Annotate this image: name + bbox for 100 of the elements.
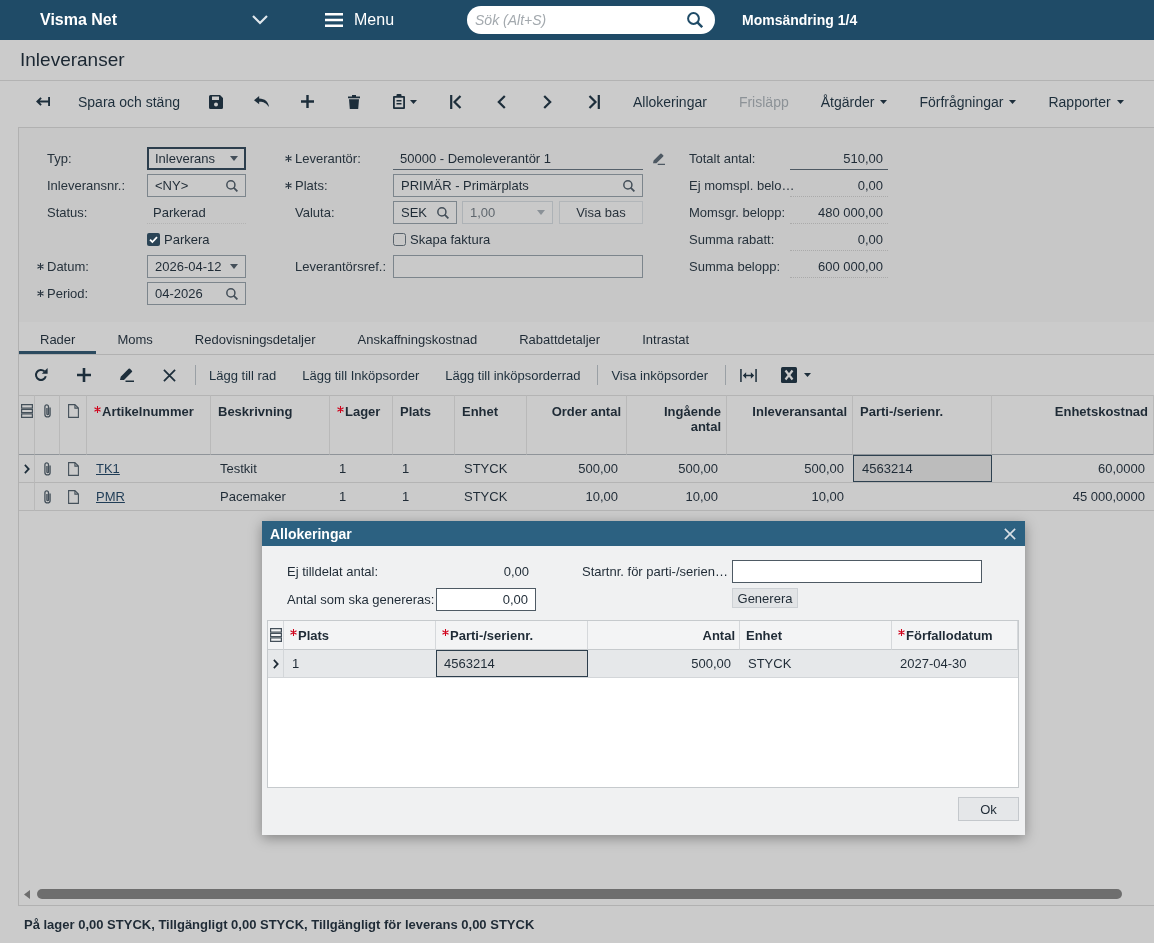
input-field[interactable]	[732, 560, 982, 583]
menu-button[interactable]: Förfrågningar	[903, 87, 1033, 116]
refresh-icon[interactable]	[33, 368, 48, 382]
column-header[interactable]: Inleveransantal	[727, 395, 853, 455]
row-selector[interactable]	[268, 650, 284, 678]
view-base-button[interactable]: Visa bas	[559, 201, 643, 224]
clipboard-icon[interactable]	[392, 94, 405, 109]
ok-button[interactable]: Ok	[958, 797, 1019, 821]
input-field[interactable]	[393, 255, 643, 278]
menu-button[interactable]: Åtgärder	[804, 87, 904, 116]
file-icon[interactable]	[68, 489, 79, 504]
field-label: Inleveransnr.:	[47, 178, 127, 193]
chevron-right-icon[interactable]	[543, 94, 553, 109]
toolbar-button[interactable]: Lägg till rad	[196, 362, 290, 388]
paperclip-icon[interactable]	[44, 489, 51, 504]
fit-columns-icon[interactable]	[740, 368, 758, 382]
plus-icon[interactable]	[301, 95, 315, 108]
table-cell: 45 000,0000	[992, 483, 1154, 511]
toolbar-button[interactable]: Lägg till Inköpsorder	[289, 362, 433, 388]
column-header[interactable]: Plats	[393, 395, 455, 455]
caret-down-icon	[880, 99, 888, 104]
file-icon[interactable]	[68, 461, 79, 476]
field-value: Parkerad	[147, 201, 246, 224]
number-field[interactable]: 0,00	[436, 588, 536, 611]
menu-button[interactable]: Rapporter	[1032, 87, 1140, 116]
field-label: Summa belopp:	[689, 259, 782, 274]
back-arrow-icon[interactable]	[34, 96, 50, 107]
toolbar-button[interactable]: Allokeringar	[616, 87, 723, 116]
column-header[interactable]: Artikelnummer	[87, 395, 211, 455]
currency-field[interactable]: SEK	[393, 201, 457, 224]
table-cell: 1	[284, 650, 436, 678]
table-cell: 500,00	[588, 650, 740, 678]
toolbar-button[interactable]: Visa inköpsorder	[598, 362, 722, 388]
item-link[interactable]: PMR	[96, 489, 125, 504]
caret-down-icon	[1009, 99, 1017, 104]
column-header[interactable]: Enhet	[455, 395, 527, 455]
page-title: Inleveranser	[20, 49, 125, 71]
caret-down-icon[interactable]	[804, 373, 812, 377]
tab[interactable]: Redovisningsdetaljer	[173, 322, 337, 354]
column-header[interactable]: Enhet	[740, 621, 892, 650]
column-header[interactable]: Beskrivning	[211, 395, 330, 455]
dropdown-field[interactable]: Inleverans	[147, 147, 246, 170]
toolbar-button[interactable]: Lägg till inköpsorderrad	[432, 362, 594, 388]
column-header[interactable]: Plats	[284, 621, 436, 650]
first-record-icon[interactable]	[449, 94, 462, 109]
column-header[interactable]: Enhetskostnad	[992, 395, 1154, 455]
lookup-field[interactable]: <NY>	[147, 174, 246, 197]
undo-icon[interactable]	[254, 96, 270, 107]
save-icon[interactable]	[208, 94, 223, 109]
pencil-icon[interactable]	[119, 368, 134, 382]
spreadsheet-icon[interactable]	[781, 367, 798, 383]
generate-button[interactable]: Generera	[732, 588, 798, 608]
checkbox[interactable]	[393, 233, 406, 246]
tab[interactable]: Moms	[96, 322, 174, 354]
column-settings-icon[interactable]	[20, 404, 33, 418]
file-icon	[67, 404, 79, 418]
scrollbar-thumb[interactable]	[37, 889, 1122, 899]
column-header[interactable]: Ingående antal	[627, 395, 727, 455]
lookup-field[interactable]: 04-2026	[147, 282, 246, 305]
checkbox[interactable]	[147, 233, 160, 246]
column-header[interactable]: Förfallodatum	[892, 621, 1018, 650]
column-header[interactable]: Lager	[330, 395, 393, 455]
pencil-icon[interactable]	[653, 152, 665, 165]
caret-down-icon[interactable]	[409, 99, 417, 104]
chevron-left-icon[interactable]	[497, 94, 507, 109]
selector-field[interactable]: 50000 - Demoleverantör 1	[393, 147, 643, 170]
item-link[interactable]: TK1	[96, 461, 120, 476]
tab[interactable]: Rabattdetaljer	[498, 322, 622, 354]
cross-icon[interactable]	[163, 368, 176, 382]
column-header[interactable]: Antal	[588, 621, 740, 650]
tab[interactable]: Rader	[19, 322, 97, 354]
field-label: Antal som ska genereras:	[287, 592, 436, 607]
table-cell: 60,0000	[992, 455, 1154, 483]
paperclip-icon[interactable]	[44, 461, 51, 476]
menu-button[interactable]: Menu	[325, 11, 395, 29]
search-field[interactable]: Sök (Alt+S)	[467, 6, 716, 34]
search-icon	[437, 206, 449, 219]
plus-icon[interactable]	[76, 368, 91, 382]
search-icon[interactable]	[687, 12, 704, 28]
table-cell: Pacemaker	[211, 483, 330, 511]
context-label: Momsändring 1/4	[742, 12, 858, 28]
table-cell[interactable]: 4563214	[436, 650, 588, 678]
last-record-icon[interactable]	[587, 94, 600, 109]
menu-icon	[325, 13, 343, 27]
lookup-field[interactable]: PRIMÄR - Primärplats	[393, 174, 643, 197]
scroll-left-icon[interactable]	[24, 889, 30, 899]
tab[interactable]: Anskaffningskostnad	[336, 322, 499, 354]
chevron-down-icon[interactable]	[252, 15, 268, 25]
search-icon	[226, 179, 238, 192]
trash-icon[interactable]	[347, 94, 360, 109]
table-cell[interactable]: 4563214	[853, 455, 992, 483]
save-and-close-button[interactable]: Spara och stäng	[65, 87, 193, 116]
column-header[interactable]: Parti-/serienr.	[436, 621, 588, 650]
date-field[interactable]: 2026-04-12	[147, 255, 246, 278]
close-icon[interactable]	[1004, 527, 1016, 540]
field-label: Leverantörsref.:	[295, 259, 388, 274]
column-header[interactable]: Order antal	[527, 395, 627, 455]
tab[interactable]: Intrastat	[621, 322, 711, 354]
column-settings-icon[interactable]	[269, 628, 282, 642]
row-selector[interactable]	[19, 455, 35, 483]
